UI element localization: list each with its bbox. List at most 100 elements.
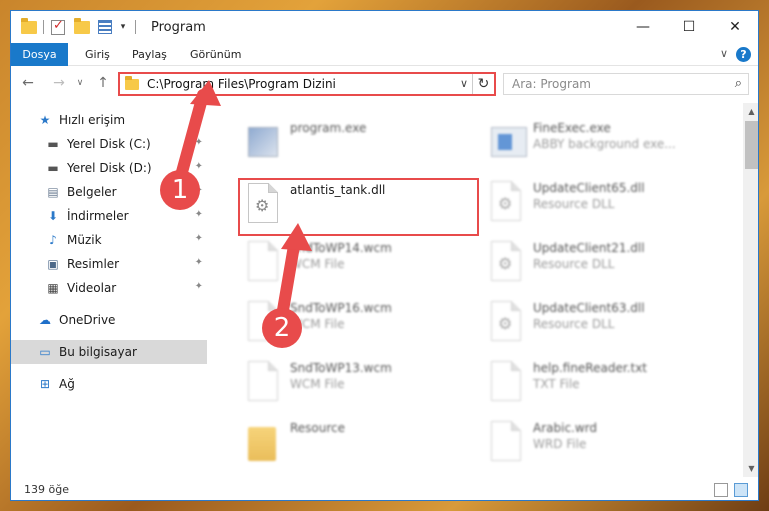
maximize-button[interactable]: ☐ — [666, 11, 712, 43]
document-file-icon — [491, 421, 525, 463]
file-item[interactable]: Resource — [238, 417, 474, 473]
pin-icon[interactable]: ✦ — [195, 257, 203, 268]
navigation-bar: ← → ∨ ↑ C:\Program Files\Program Dizini … — [11, 67, 758, 101]
search-icon[interactable]: ⌕ — [735, 76, 742, 91]
file-item[interactable]: ⚙ UpdateClient63.dll Resource DLL — [481, 297, 717, 353]
sidebar-item-label: Resimler — [67, 257, 120, 271]
file-name: SndToWP14.wcm — [290, 241, 392, 255]
divider — [43, 20, 44, 34]
back-button[interactable]: ← — [18, 75, 38, 91]
file-name: UpdateClient63.dll — [533, 301, 645, 315]
tab-share[interactable]: Paylaş — [120, 43, 179, 66]
callout-1: 1 — [160, 170, 200, 210]
sidebar-item-label: Bu bilgisayar — [59, 345, 137, 359]
sidebar-item[interactable]: ☁ OneDrive — [11, 308, 207, 332]
file-type: WRD File — [533, 437, 587, 451]
pin-icon[interactable]: ✦ — [195, 161, 203, 172]
file-highlight-box — [238, 178, 479, 236]
address-path[interactable]: C:\Program Files\Program Dizini — [147, 77, 336, 91]
properties-check-icon[interactable] — [49, 18, 67, 36]
details-view-button[interactable] — [714, 483, 728, 497]
sidebar-item-label: İndirmeler — [67, 209, 129, 223]
sidebar-item[interactable]: ▬ Yerel Disk (C:) ✦ — [11, 132, 207, 156]
file-type: ABBY background exe... — [533, 137, 676, 151]
search-placeholder: Ara: Program — [512, 77, 591, 91]
scrollbar-thumb[interactable] — [745, 121, 758, 169]
sidebar-item-label: Ağ — [59, 377, 75, 391]
file-name: help.fineReader.txt — [533, 361, 647, 375]
customize-quick-access-chevron-icon[interactable]: ▾ — [117, 18, 129, 36]
file-type: Resource DLL — [533, 317, 615, 331]
folder-icon — [20, 17, 38, 36]
sidebar-item-label: Hızlı erişim — [59, 113, 126, 127]
tab-view[interactable]: Görünüm — [178, 43, 253, 66]
pin-icon[interactable]: ✦ — [195, 233, 203, 244]
file-name: SndToWP16.wcm — [290, 301, 392, 315]
help-icon[interactable]: ? — [736, 47, 751, 62]
file-item[interactable]: ⚙ UpdateClient65.dll Resource DLL — [481, 177, 717, 233]
sidebar-item[interactable]: ▦ Videolar ✦ — [11, 276, 207, 300]
file-name: UpdateClient65.dll — [533, 181, 645, 195]
file-item[interactable]: program.exe — [238, 117, 474, 173]
address-folder-icon — [125, 76, 139, 90]
dll-file-icon: ⚙ — [491, 301, 525, 343]
properties-icon[interactable] — [95, 18, 115, 36]
sidebar-item[interactable]: ▣ Resimler ✦ — [11, 252, 207, 276]
file-type: WCM File — [290, 257, 345, 271]
file-item[interactable]: SndToWP14.wcm WCM File — [238, 237, 474, 293]
tab-file[interactable]: Dosya — [11, 43, 68, 66]
refresh-button[interactable]: ↻ — [472, 74, 494, 94]
status-bar: 139 öğe — [11, 479, 758, 500]
drive-icon: ▬ — [47, 161, 59, 175]
close-button[interactable]: ✕ — [712, 11, 758, 43]
sidebar-item[interactable]: ▭ Bu bilgisayar — [11, 340, 207, 364]
sidebar-item[interactable]: ⊞ Ağ — [11, 372, 207, 396]
pin-icon[interactable]: ✦ — [195, 209, 203, 220]
new-folder-icon[interactable] — [73, 17, 91, 36]
sidebar-item-label: Yerel Disk (C:) — [67, 137, 151, 151]
window-title: Program — [151, 20, 206, 35]
address-bar[interactable]: C:\Program Files\Program Dizini ∨ ↻ — [118, 72, 496, 96]
documents-icon: ▤ — [47, 185, 59, 199]
address-dropdown-chevron-icon[interactable]: ∨ — [460, 77, 468, 90]
music-icon: ♪ — [49, 233, 57, 247]
file-name: FineExec.exe — [533, 121, 611, 135]
scroll-up-arrow-icon[interactable]: ▲ — [743, 103, 758, 120]
file-type: Resource DLL — [533, 257, 615, 271]
large-icons-view-button[interactable] — [734, 483, 748, 497]
file-item[interactable]: FineExec.exe ABBY background exe... — [481, 117, 717, 173]
vertical-scrollbar[interactable]: ▲ ▼ — [743, 103, 758, 477]
sidebar-item-label: Videolar — [67, 281, 117, 295]
item-count: 139 öğe — [24, 483, 69, 496]
file-type: Resource DLL — [533, 197, 615, 211]
file-item[interactable]: Arabic.wrd WRD File — [481, 417, 717, 473]
recent-locations-dropdown[interactable]: ∨ — [73, 78, 87, 88]
scroll-down-arrow-icon[interactable]: ▼ — [743, 460, 758, 477]
sidebar-item[interactable]: ★ Hızlı erişim — [11, 108, 207, 132]
document-file-icon — [491, 361, 525, 403]
file-item[interactable]: SndToWP13.wcm WCM File — [238, 357, 474, 413]
document-file-icon — [248, 361, 282, 403]
pin-icon[interactable]: ✦ — [195, 137, 203, 148]
forward-button[interactable]: → — [49, 75, 69, 91]
exe-file-icon — [248, 121, 282, 163]
ribbon-tabs: Dosya Giriş Paylaş Görünüm ∨ ? — [11, 43, 758, 66]
dll-file-icon: ⚙ — [491, 241, 525, 283]
minimize-button[interactable]: — — [620, 11, 666, 43]
file-item[interactable]: help.fineReader.txt TXT File — [481, 357, 717, 413]
explorer-window: ▾ Program — ☐ ✕ Dosya Giriş Paylaş Görün… — [10, 10, 759, 501]
pin-icon[interactable]: ✦ — [195, 281, 203, 292]
sidebar-item[interactable]: ♪ Müzik ✦ — [11, 228, 207, 252]
file-name: Arabic.wrd — [533, 421, 598, 435]
up-button[interactable]: ↑ — [93, 75, 113, 91]
callout-2: 2 — [262, 308, 302, 348]
search-input[interactable]: Ara: Program ⌕ — [503, 73, 749, 95]
file-type: WCM File — [290, 377, 345, 391]
file-item[interactable]: ⚙ UpdateClient21.dll Resource DLL — [481, 237, 717, 293]
document-file-icon — [248, 241, 282, 283]
file-name: program.exe — [290, 121, 367, 135]
file-name: UpdateClient21.dll — [533, 241, 645, 255]
tab-home[interactable]: Giriş — [73, 43, 122, 66]
expand-ribbon-chevron-icon[interactable]: ∨ — [720, 47, 728, 60]
sidebar-item-label: Belgeler — [67, 185, 117, 199]
